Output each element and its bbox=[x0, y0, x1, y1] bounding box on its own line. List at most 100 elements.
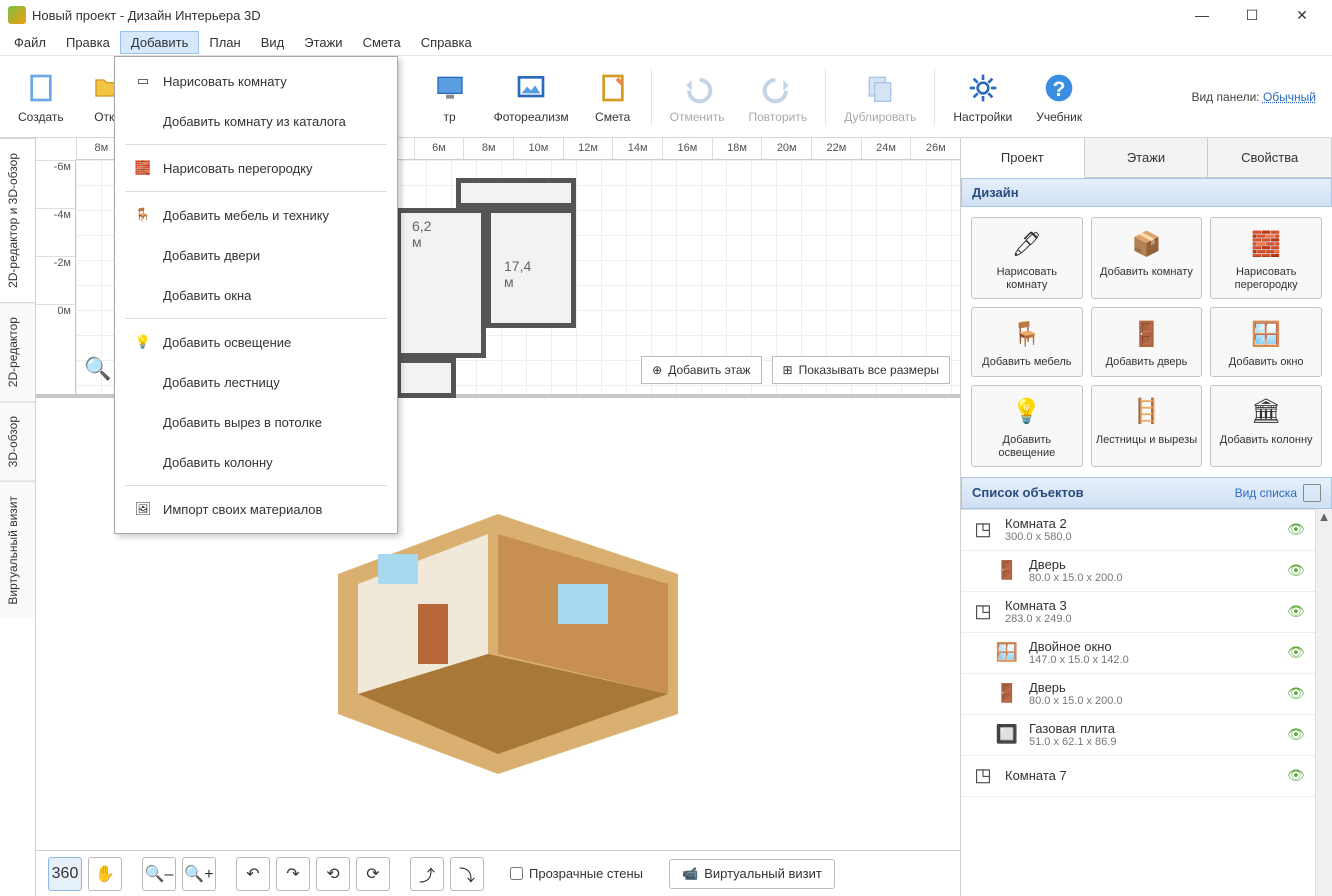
tab-project[interactable]: Проект bbox=[961, 138, 1085, 178]
maximize-button[interactable]: ☐ bbox=[1236, 7, 1268, 24]
app-icon bbox=[8, 6, 26, 24]
dd-import-materials[interactable]: 🖼Импорт своих материалов bbox=[115, 489, 397, 529]
design-draw-partition[interactable]: 🧱Нарисовать перегородку bbox=[1210, 217, 1322, 299]
stove-icon: 🔲 bbox=[993, 721, 1021, 749]
bulb-icon: 💡 bbox=[1009, 394, 1045, 430]
object-item[interactable]: ◳ Комната 7 👁 bbox=[961, 756, 1315, 797]
tool-photorealism[interactable]: Фотореализм bbox=[484, 66, 579, 128]
dd-add-column[interactable]: Добавить колонну bbox=[115, 442, 397, 482]
object-item[interactable]: 🚪 Дверь80.0 x 15.0 x 200.0 👁 bbox=[961, 674, 1315, 715]
menu-view[interactable]: Вид bbox=[251, 32, 295, 53]
menu-edit[interactable]: Правка bbox=[56, 32, 120, 53]
dd-draw-partition[interactable]: 🧱Нарисовать перегородку bbox=[115, 148, 397, 188]
tool-settings[interactable]: Настройки bbox=[943, 66, 1022, 128]
room-icon: ◳ bbox=[969, 516, 997, 544]
bulb-icon: 💡 bbox=[129, 330, 157, 354]
dd-add-furniture[interactable]: 🪑Добавить мебель и технику bbox=[115, 195, 397, 235]
bt-flip-h[interactable]: ⟲ bbox=[316, 857, 350, 891]
dd-add-lighting[interactable]: 💡Добавить освещение bbox=[115, 322, 397, 362]
photo-icon bbox=[513, 70, 549, 106]
menu-plan[interactable]: План bbox=[199, 32, 250, 53]
tab-properties[interactable]: Свойства bbox=[1208, 138, 1332, 177]
bottom-toolbar: 360 ✋ 🔍‒ 🔍+ ↶ ↷ ⟲ ⟳ ⤴ ⤵ Прозрачные стены… bbox=[36, 850, 960, 896]
brick-icon: 🧱 bbox=[129, 156, 157, 180]
menu-floors[interactable]: Этажи bbox=[294, 32, 352, 53]
design-add-door[interactable]: 🚪Добавить дверь bbox=[1091, 307, 1203, 376]
dd-add-doors[interactable]: Добавить двери bbox=[115, 235, 397, 275]
menu-file[interactable]: Файл bbox=[4, 32, 56, 53]
dd-draw-room[interactable]: ▭Нарисовать комнату bbox=[115, 61, 397, 101]
bt-flip-v[interactable]: ⟳ bbox=[356, 857, 390, 891]
virtual-visit-button[interactable]: 📹Виртуальный визит bbox=[669, 859, 835, 889]
design-add-window[interactable]: 🪟Добавить окно bbox=[1210, 307, 1322, 376]
design-grid: 🖊Нарисовать комнату 📦Добавить комнату 🧱Н… bbox=[961, 207, 1332, 477]
object-item[interactable]: ◳ Комната 3283.0 x 249.0 👁 bbox=[961, 592, 1315, 633]
dd-add-room-catalog[interactable]: Добавить комнату из каталога bbox=[115, 101, 397, 141]
door-icon: 🚪 bbox=[993, 680, 1021, 708]
scrollbar[interactable]: ▲ bbox=[1315, 509, 1332, 896]
dd-add-cutout[interactable]: Добавить вырез в потолке bbox=[115, 402, 397, 442]
undo-icon bbox=[679, 70, 715, 106]
add-dropdown: ▭Нарисовать комнату Добавить комнату из … bbox=[114, 56, 398, 534]
show-dimensions-button[interactable]: ⊞Показывать все размеры bbox=[772, 356, 950, 384]
bt-tilt-down[interactable]: ⤵ bbox=[450, 857, 484, 891]
bt-tilt-up[interactable]: ⤴ bbox=[410, 857, 444, 891]
add-floor-button[interactable]: ⊕Добавить этаж bbox=[641, 356, 761, 384]
panel-view-label: Вид панели: Обычный bbox=[1191, 90, 1326, 104]
visibility-icon[interactable]: 👁 bbox=[1287, 767, 1307, 784]
close-button[interactable]: ✕ bbox=[1286, 7, 1318, 24]
objects-header: Список объектов Вид списка bbox=[961, 477, 1332, 509]
brick-icon: 🧱 bbox=[1248, 226, 1284, 262]
visibility-icon[interactable]: 👁 bbox=[1287, 562, 1307, 579]
object-item[interactable]: 🚪 Дверь80.0 x 15.0 x 200.0 👁 bbox=[961, 551, 1315, 592]
design-draw-room[interactable]: 🖊Нарисовать комнату bbox=[971, 217, 1083, 299]
menu-estimate[interactable]: Смета bbox=[353, 32, 411, 53]
design-add-column[interactable]: 🏛Добавить колонну bbox=[1210, 385, 1322, 467]
tab-floors[interactable]: Этажи bbox=[1085, 138, 1209, 177]
design-add-lighting[interactable]: 💡Добавить освещение bbox=[971, 385, 1083, 467]
tool-tutorial[interactable]: ?Учебник bbox=[1026, 66, 1092, 128]
object-item[interactable]: 🔲 Газовая плита51.0 x 62.1 x 86.9 👁 bbox=[961, 715, 1315, 756]
bt-zoom-in[interactable]: 🔍+ bbox=[182, 857, 216, 891]
zoom-icon[interactable]: 🔍 bbox=[84, 356, 111, 382]
right-panel: Проект Этажи Свойства Дизайн 🖊Нарисовать… bbox=[960, 138, 1332, 896]
visibility-icon[interactable]: 👁 bbox=[1287, 521, 1307, 538]
visibility-icon[interactable]: 👁 bbox=[1287, 644, 1307, 661]
side-tab-2d[interactable]: 2D-редактор bbox=[0, 302, 35, 401]
tool-redo[interactable]: Повторить bbox=[739, 66, 818, 128]
tool-undo[interactable]: Отменить bbox=[660, 66, 735, 128]
tool-estimate[interactable]: Смета bbox=[583, 66, 643, 128]
tool-duplicate[interactable]: Дублировать bbox=[834, 66, 926, 128]
visibility-icon[interactable]: 👁 bbox=[1287, 603, 1307, 620]
dd-add-windows[interactable]: Добавить окна bbox=[115, 275, 397, 315]
side-tab-virtual[interactable]: Виртуальный визит bbox=[0, 481, 35, 619]
transparent-walls-checkbox[interactable]: Прозрачные стены bbox=[510, 866, 643, 881]
object-item[interactable]: ◳ Комната 2300.0 x 580.0 👁 bbox=[961, 510, 1315, 551]
list-view-link[interactable]: Вид списка bbox=[1235, 486, 1297, 500]
design-add-room[interactable]: 📦Добавить комнату bbox=[1091, 217, 1203, 299]
bt-zoom-out[interactable]: 🔍‒ bbox=[142, 857, 176, 891]
panel-view-link[interactable]: Обычный bbox=[1263, 90, 1316, 104]
tool-create[interactable]: Создать bbox=[8, 66, 74, 128]
monitor-icon bbox=[432, 70, 468, 106]
tool-preview[interactable]: тр bbox=[420, 66, 480, 128]
side-tab-2d3d[interactable]: 2D-редактор и 3D-обзор bbox=[0, 138, 35, 302]
design-stairs[interactable]: 🪜Лестницы и вырезы bbox=[1091, 385, 1203, 467]
dd-add-stairs[interactable]: Добавить лестницу bbox=[115, 362, 397, 402]
bt-pan[interactable]: ✋ bbox=[88, 857, 122, 891]
help-icon: ? bbox=[1041, 70, 1077, 106]
design-add-furniture[interactable]: 🪑Добавить мебель bbox=[971, 307, 1083, 376]
list-icon[interactable] bbox=[1303, 484, 1321, 502]
bt-360[interactable]: 360 bbox=[48, 857, 82, 891]
bt-rotate-right[interactable]: ↷ bbox=[276, 857, 310, 891]
objects-list[interactable]: ◳ Комната 2300.0 x 580.0 👁🚪 Дверь80.0 x … bbox=[961, 509, 1315, 896]
visibility-icon[interactable]: 👁 bbox=[1287, 726, 1307, 743]
side-tab-3d[interactable]: 3D-обзор bbox=[0, 401, 35, 481]
menu-help[interactable]: Справка bbox=[411, 32, 482, 53]
object-item[interactable]: 🪟 Двойное окно147.0 x 15.0 x 142.0 👁 bbox=[961, 633, 1315, 674]
bt-rotate-left[interactable]: ↶ bbox=[236, 857, 270, 891]
menu-add[interactable]: Добавить bbox=[120, 31, 199, 54]
visibility-icon[interactable]: 👁 bbox=[1287, 685, 1307, 702]
minimize-button[interactable]: — bbox=[1186, 7, 1218, 24]
window-icon: 🪟 bbox=[993, 639, 1021, 667]
